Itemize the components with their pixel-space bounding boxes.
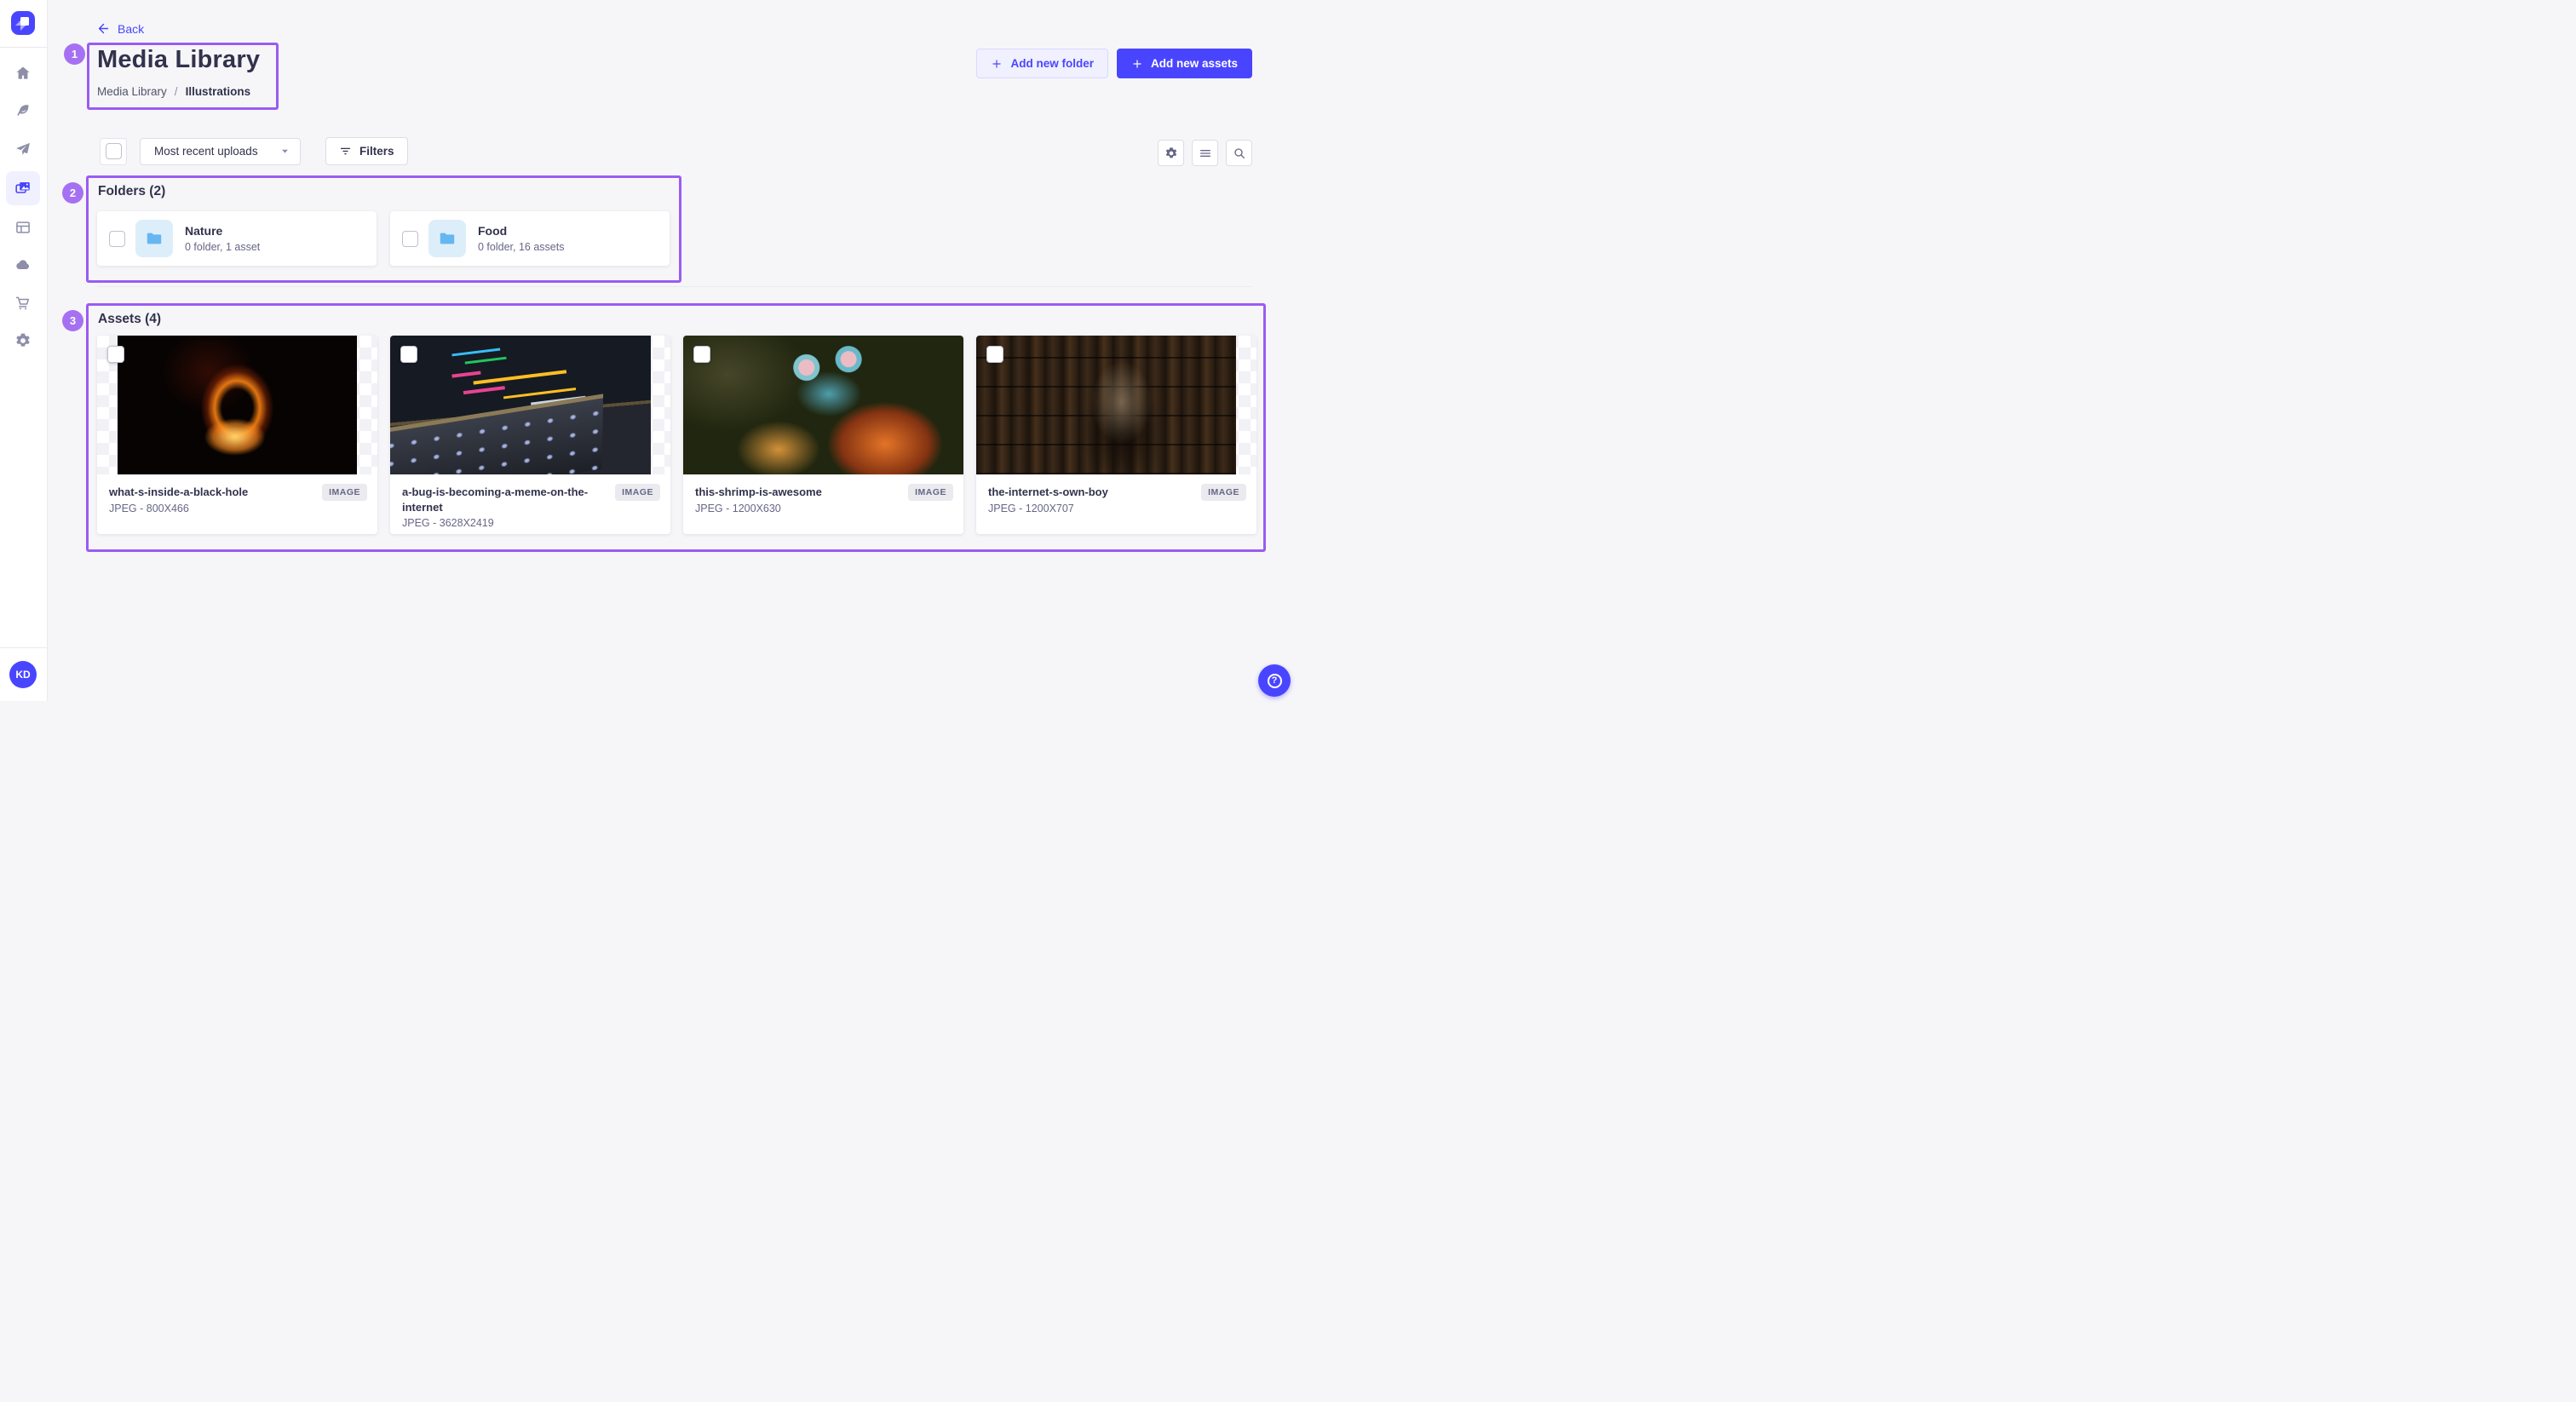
sidebar-item-settings[interactable] — [6, 324, 40, 358]
filters-button[interactable]: Filters — [325, 137, 408, 165]
user-avatar[interactable]: KD — [9, 661, 37, 688]
asset-thumbnail-library — [976, 336, 1236, 474]
asset-card-internets-own-boy[interactable]: the-internet-s-own-boy JPEG - 1200X707 I… — [976, 336, 1256, 534]
asset-type-badge: IMAGE — [615, 484, 660, 501]
sidebar-item-content-manager[interactable] — [6, 94, 40, 128]
folder-name: Nature — [185, 224, 260, 238]
asset-thumbnail-laptop-code — [390, 336, 651, 474]
annotation-step-1: 1 — [64, 43, 85, 65]
folder-card-nature[interactable]: Nature 0 folder, 1 asset — [97, 211, 377, 266]
sidebar-item-releases[interactable] — [6, 132, 40, 166]
feather-icon — [14, 102, 32, 119]
asset-checkbox[interactable] — [693, 346, 710, 363]
asset-card-shrimp[interactable]: this-shrimp-is-awesome JPEG - 1200X630 I… — [683, 336, 963, 534]
asset-type-badge: IMAGE — [1201, 484, 1246, 501]
sidebar-nav: KD — [0, 0, 48, 701]
folder-checkbox[interactable] — [402, 231, 418, 247]
gear-icon — [1164, 147, 1178, 160]
media-library-icon — [14, 180, 32, 197]
sidebar-divider-top — [0, 47, 47, 48]
breadcrumb: Media Library / Illustrations — [97, 85, 250, 98]
page-title: Media Library — [97, 46, 260, 74]
folder-meta: 0 folder, 16 assets — [478, 241, 564, 253]
back-link[interactable]: Back — [96, 21, 144, 36]
back-label: Back — [118, 22, 144, 36]
search-icon — [1233, 147, 1246, 160]
transparency-checkerboard — [976, 336, 1256, 474]
folder-card-food[interactable]: Food 0 folder, 16 assets — [390, 211, 670, 266]
header-actions: Add new folder Add new assets — [976, 49, 1252, 78]
help-icon: ? — [1268, 674, 1282, 688]
section-divider — [97, 286, 1251, 287]
asset-meta: JPEG - 800X466 — [109, 503, 365, 514]
folder-tile — [135, 220, 173, 257]
asset-card-black-hole[interactable]: what-s-inside-a-black-hole JPEG - 800X46… — [97, 336, 377, 534]
layout-icon — [14, 219, 32, 236]
sidebar-item-deploy[interactable] — [6, 248, 40, 282]
asset-meta: JPEG - 1200X630 — [695, 503, 952, 514]
plus-icon — [1131, 58, 1143, 70]
asset-checkbox[interactable] — [986, 346, 1003, 363]
asset-meta: JPEG - 3628X2419 — [402, 517, 658, 529]
list-view-button[interactable] — [1192, 140, 1218, 166]
search-button[interactable] — [1226, 140, 1252, 166]
asset-type-badge: IMAGE — [908, 484, 953, 501]
view-actions — [1158, 140, 1252, 166]
breadcrumb-separator: / — [175, 85, 178, 98]
sidebar-item-media-library[interactable] — [6, 171, 40, 205]
paper-plane-icon — [14, 141, 32, 158]
assets-row: what-s-inside-a-black-hole JPEG - 800X46… — [97, 336, 1256, 534]
folders-heading: Folders (2) — [98, 184, 165, 199]
home-icon — [14, 65, 32, 82]
list-icon — [1199, 147, 1212, 160]
transparency-checkerboard — [390, 336, 670, 474]
folder-meta: 0 folder, 1 asset — [185, 241, 260, 253]
asset-type-badge: IMAGE — [322, 484, 367, 501]
folder-icon — [438, 229, 457, 248]
sort-dropdown[interactable]: Most recent uploads — [140, 138, 301, 165]
asset-checkbox[interactable] — [107, 346, 124, 363]
asset-thumbnail-shrimp — [683, 336, 963, 474]
add-new-folder-button[interactable]: Add new folder — [976, 49, 1108, 78]
select-all-checkbox[interactable] — [106, 143, 122, 159]
assets-heading: Assets (4) — [98, 312, 161, 327]
add-new-assets-label: Add new assets — [1151, 57, 1238, 70]
add-new-folder-label: Add new folder — [1010, 57, 1094, 70]
breadcrumb-parent[interactable]: Media Library — [97, 85, 167, 98]
annotation-step-2: 2 — [62, 182, 83, 204]
sort-dropdown-value: Most recent uploads — [154, 145, 258, 158]
sidebar-divider-bottom — [0, 647, 47, 648]
asset-meta: JPEG - 1200X707 — [988, 503, 1245, 514]
plus-icon — [991, 58, 1003, 70]
folder-tile — [428, 220, 466, 257]
gear-icon — [14, 332, 32, 349]
transparency-checkerboard — [683, 336, 963, 474]
transparency-checkerboard — [97, 336, 377, 474]
breadcrumb-current: Illustrations — [186, 85, 251, 98]
cart-icon — [14, 295, 32, 312]
asset-checkbox[interactable] — [400, 346, 417, 363]
arrow-left-icon — [96, 21, 111, 36]
folder-checkbox[interactable] — [109, 231, 125, 247]
sidebar-item-marketplace[interactable] — [6, 286, 40, 320]
folders-row: Nature 0 folder, 1 asset Food 0 folder, … — [97, 211, 670, 266]
sidebar-item-content-type-builder[interactable] — [6, 210, 40, 244]
chevron-down-icon — [280, 147, 290, 156]
annotation-step-3: 3 — [62, 310, 83, 331]
add-new-assets-button[interactable]: Add new assets — [1117, 49, 1252, 78]
configure-view-button[interactable] — [1158, 140, 1184, 166]
filters-label: Filters — [359, 145, 394, 158]
folder-icon — [145, 229, 164, 248]
strapi-logo-glyph — [20, 17, 29, 26]
asset-thumbnail-black-hole — [118, 336, 357, 474]
asset-card-bug-meme[interactable]: a-bug-is-becoming-a-meme-on-the-internet… — [390, 336, 670, 534]
toolbar: Most recent uploads Filters — [100, 137, 408, 165]
folder-name: Food — [478, 224, 564, 238]
help-button[interactable]: ? — [1258, 664, 1291, 697]
strapi-logo[interactable] — [11, 11, 35, 35]
sidebar-item-home[interactable] — [6, 56, 40, 90]
select-all-container — [100, 138, 127, 165]
filter-icon — [339, 145, 352, 158]
cloud-icon — [14, 256, 32, 273]
